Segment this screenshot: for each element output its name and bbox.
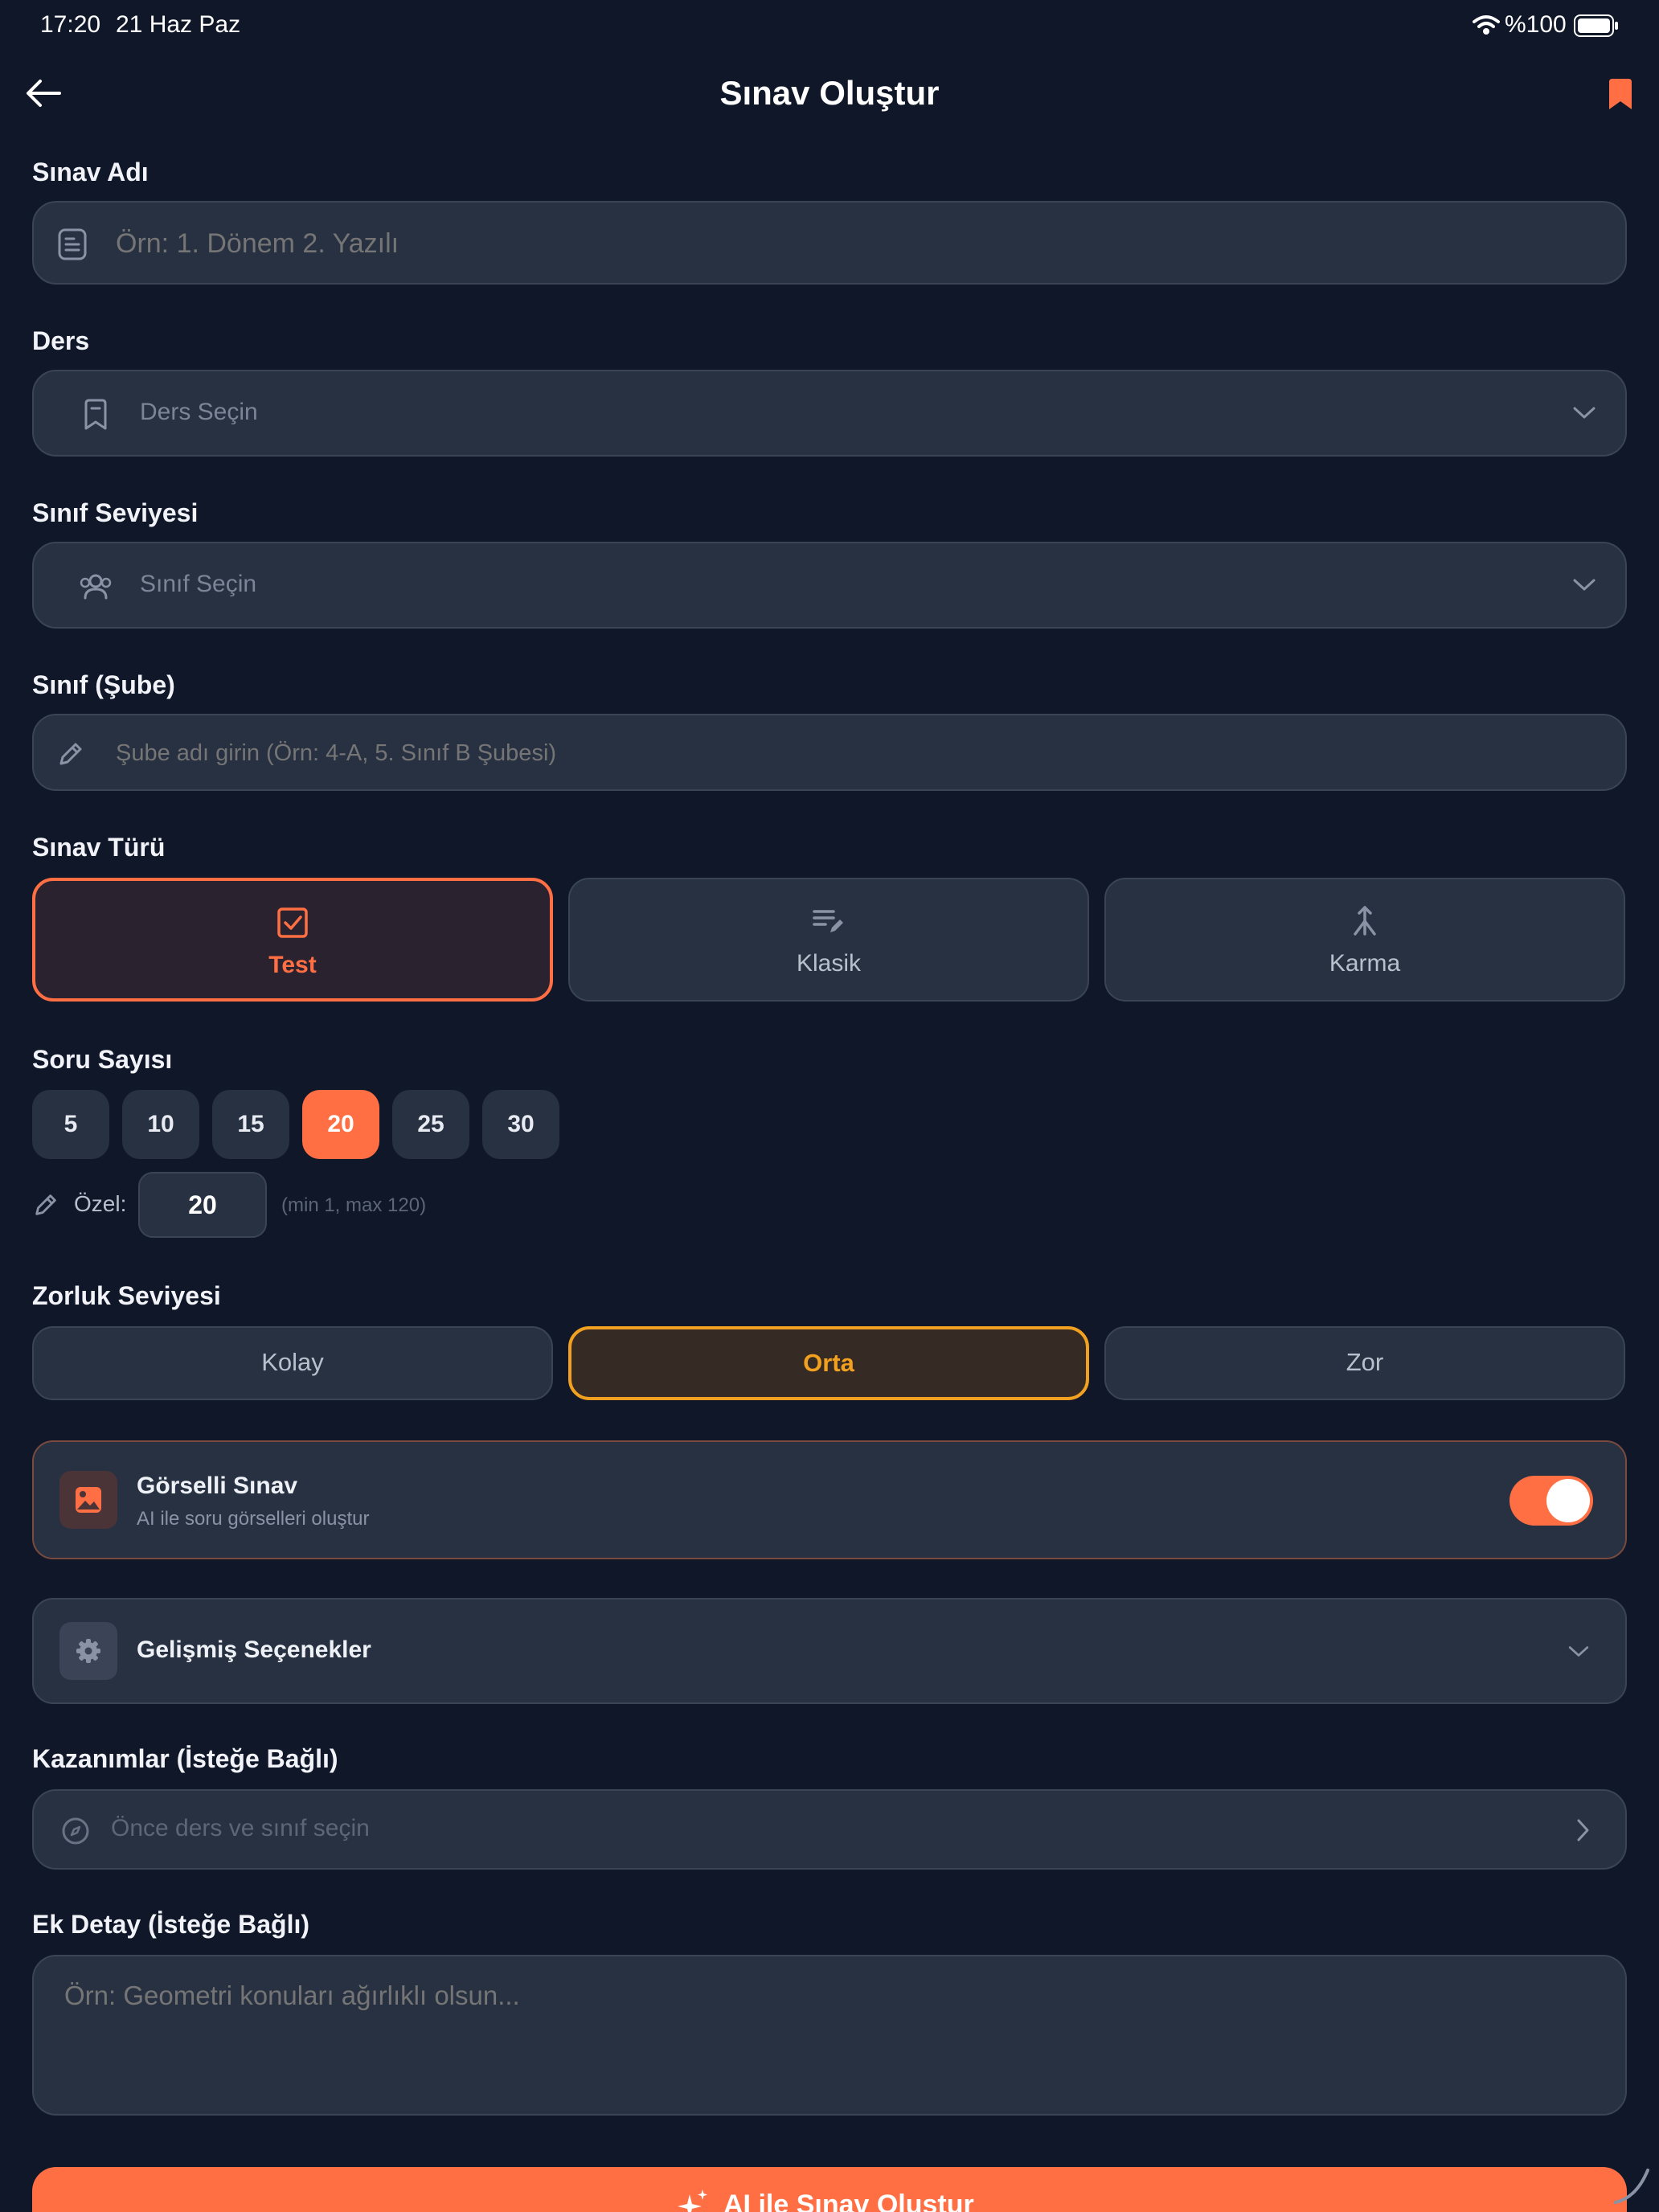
question-count-5[interactable]: 5 bbox=[32, 1090, 109, 1159]
visual-exam-title: Görselli Sınav bbox=[137, 1473, 298, 1499]
sparkle-icon bbox=[675, 2188, 711, 2212]
outcomes-placeholder: Önce ders ve sınıf seçin bbox=[111, 1815, 370, 1841]
users-icon bbox=[79, 572, 113, 605]
chevron-right-icon bbox=[1575, 1818, 1590, 1846]
compass-icon bbox=[61, 1817, 90, 1849]
branch-label: Sınıf (Şube) bbox=[32, 670, 175, 699]
difficulty-orta[interactable]: Orta bbox=[568, 1326, 1089, 1400]
extra-detail-box[interactable] bbox=[32, 1955, 1627, 2116]
custom-count-input[interactable]: 20 bbox=[138, 1172, 267, 1238]
advanced-options[interactable]: Gelişmiş Seçenekler bbox=[32, 1598, 1627, 1704]
bookmark-icon[interactable] bbox=[1608, 79, 1633, 115]
exam-type-karma[interactable]: Karma bbox=[1104, 878, 1625, 1002]
generate-exam-label: AI ile Sınav Oluştur bbox=[723, 2189, 974, 2212]
course-select[interactable]: Ders Seçin bbox=[32, 370, 1627, 457]
grade-level-placeholder: Sınıf Seçin bbox=[140, 571, 257, 597]
exam-name-label: Sınav Adı bbox=[32, 158, 149, 186]
course-label: Ders bbox=[32, 326, 90, 355]
extra-detail-label: Ek Detay (İsteğe Bağlı) bbox=[32, 1910, 309, 1939]
status-date: 21 Haz Paz bbox=[116, 11, 241, 38]
question-count-30[interactable]: 30 bbox=[482, 1090, 559, 1159]
exam-type-label: Sınav Türü bbox=[32, 833, 166, 862]
course-placeholder: Ders Seçin bbox=[140, 399, 258, 425]
question-count-10[interactable]: 10 bbox=[122, 1090, 199, 1159]
custom-count-label: Özel: bbox=[74, 1191, 127, 1216]
merge-icon bbox=[1349, 905, 1381, 941]
visual-exam-card: Görselli Sınav AI ile soru görselleri ol… bbox=[32, 1440, 1627, 1559]
bookmark-outline-icon bbox=[82, 399, 109, 435]
resize-handle-icon[interactable] bbox=[1612, 2165, 1653, 2210]
exam-type-karma-label: Karma bbox=[1329, 950, 1401, 977]
question-count-label: Soru Sayısı bbox=[32, 1045, 173, 1074]
grade-level-label: Sınıf Seviyesi bbox=[32, 498, 199, 527]
status-time: 17:20 bbox=[40, 11, 101, 38]
edit-lines-icon bbox=[811, 905, 846, 941]
outcomes-select[interactable]: Önce ders ve sınıf seçin bbox=[32, 1789, 1627, 1870]
outcomes-label: Kazanımlar (İsteğe Bağlı) bbox=[32, 1744, 338, 1773]
wifi-icon bbox=[1473, 14, 1500, 39]
exam-type-klasik[interactable]: Klasik bbox=[568, 878, 1089, 1002]
exam-name-field[interactable] bbox=[32, 201, 1627, 285]
branch-input[interactable] bbox=[116, 733, 1595, 773]
difficulty-kolay[interactable]: Kolay bbox=[32, 1326, 553, 1400]
branch-field[interactable] bbox=[32, 714, 1627, 791]
document-icon bbox=[56, 228, 88, 264]
question-count-15[interactable]: 15 bbox=[212, 1090, 289, 1159]
question-count-20[interactable]: 20 bbox=[302, 1090, 379, 1159]
exam-type-klasik-label: Klasik bbox=[796, 950, 862, 977]
question-count-25[interactable]: 25 bbox=[392, 1090, 469, 1159]
gear-icon bbox=[59, 1622, 117, 1680]
visual-exam-toggle[interactable] bbox=[1509, 1476, 1593, 1526]
exam-type-test-label: Test bbox=[268, 952, 317, 978]
difficulty-zor[interactable]: Zor bbox=[1104, 1326, 1625, 1400]
checkbox-icon bbox=[276, 907, 309, 943]
image-icon bbox=[59, 1471, 117, 1529]
battery-icon bbox=[1574, 14, 1619, 41]
exam-name-input[interactable] bbox=[116, 222, 1595, 265]
page-title: Sınav Oluştur bbox=[719, 74, 940, 112]
toggle-knob bbox=[1546, 1479, 1590, 1522]
pencil-icon bbox=[32, 1191, 59, 1223]
custom-count-hint: (min 1, max 120) bbox=[281, 1194, 427, 1216]
pencil-icon bbox=[56, 739, 85, 772]
exam-type-test[interactable]: Test bbox=[32, 878, 553, 1002]
visual-exam-subtitle: AI ile soru görselleri oluştur bbox=[137, 1508, 370, 1530]
generate-exam-button[interactable]: AI ile Sınav Oluştur bbox=[32, 2167, 1627, 2212]
extra-detail-input[interactable] bbox=[64, 1981, 1591, 2093]
advanced-options-title: Gelişmiş Seçenekler bbox=[137, 1636, 371, 1663]
difficulty-label: Zorluk Seviyesi bbox=[32, 1281, 221, 1310]
chevron-down-icon bbox=[1567, 1645, 1590, 1663]
battery-percent: %100 bbox=[1505, 11, 1567, 38]
chevron-down-icon bbox=[1572, 577, 1596, 597]
grade-level-select[interactable]: Sınıf Seçin bbox=[32, 542, 1627, 629]
chevron-down-icon bbox=[1572, 405, 1596, 425]
